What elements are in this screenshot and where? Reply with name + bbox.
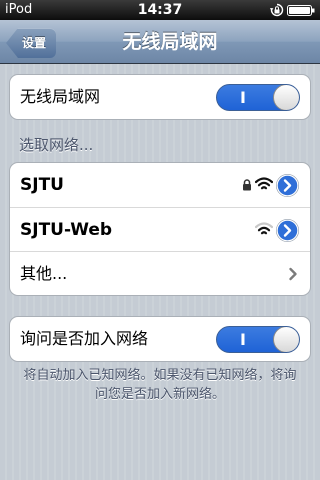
ask-join-group: 询问是否加入网络 I — [9, 316, 311, 362]
lock-icon — [243, 179, 251, 191]
status-bar: iPod 14:37 — [0, 0, 320, 20]
back-button[interactable]: 设置 — [6, 28, 56, 58]
wifi-toggle-cell: 无线局域网 I — [10, 75, 310, 119]
toggle-on-text: I — [240, 330, 246, 349]
network-section-header: 选取网络... — [19, 136, 94, 154]
page-title: 无线局域网 — [122, 31, 218, 53]
network-row-sjtu[interactable]: SJTU — [10, 163, 310, 207]
other-network-label: 其他... — [20, 264, 68, 283]
toggle-knob — [273, 327, 299, 352]
toggle-knob — [273, 85, 299, 110]
ask-join-toggle-switch[interactable]: I — [216, 326, 300, 353]
detail-disclosure-icon[interactable] — [276, 174, 299, 197]
chevron-right-icon — [289, 267, 297, 281]
other-network-row[interactable]: 其他... — [10, 251, 310, 295]
detail-disclosure-icon[interactable] — [276, 219, 299, 242]
wifi-toggle-switch[interactable]: I — [216, 84, 300, 111]
wifi-signal-icon — [255, 222, 273, 235]
wifi-toggle-group: 无线局域网 I — [9, 74, 311, 120]
lock-rotation-icon — [270, 3, 284, 17]
network-name: SJTU — [20, 175, 64, 195]
network-list-group: SJTU SJTU-Web 其他... — [9, 162, 311, 296]
ask-join-cell: 询问是否加入网络 I — [10, 317, 310, 361]
wifi-signal-icon — [255, 177, 273, 190]
network-row-sjtu-web[interactable]: SJTU-Web — [10, 207, 310, 251]
navigation-bar: 设置 无线局域网 — [0, 20, 320, 64]
toggle-on-text: I — [240, 88, 246, 107]
ask-join-footer-note: 将自动加入已知网络。如果没有已知网络，将询问您是否加入新网络。 — [23, 368, 297, 402]
back-button-label: 设置 — [22, 36, 47, 50]
ask-join-label: 询问是否加入网络 — [20, 329, 149, 348]
network-name: SJTU-Web — [20, 220, 113, 240]
battery-icon — [287, 5, 315, 16]
wifi-toggle-label: 无线局域网 — [20, 87, 101, 106]
